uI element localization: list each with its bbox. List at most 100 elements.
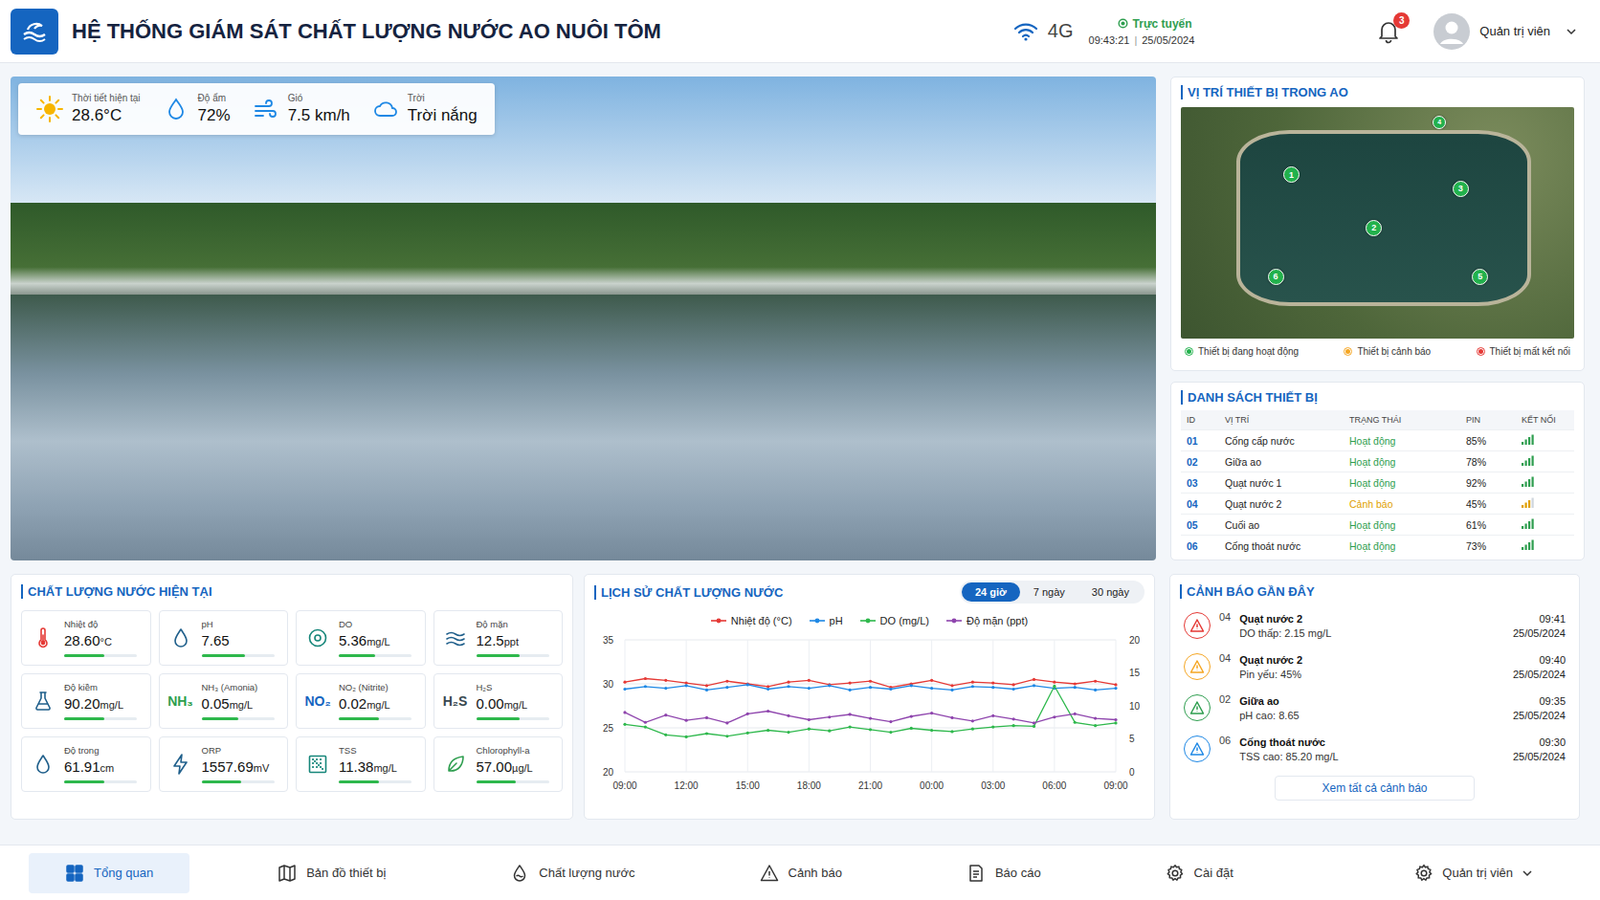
nav-item[interactable]: Tổng quan: [28, 853, 190, 894]
data-point[interactable]: [746, 712, 750, 716]
data-point[interactable]: [1032, 678, 1036, 682]
nav-item[interactable]: Cảnh báo: [723, 853, 879, 894]
data-point[interactable]: [807, 718, 811, 722]
data-point[interactable]: [807, 679, 811, 683]
map-pin[interactable]: 4: [1432, 115, 1446, 130]
data-point[interactable]: [664, 733, 667, 737]
metric-card[interactable]: Nhiệt độ 28.60°C: [21, 610, 152, 667]
data-point[interactable]: [685, 684, 689, 688]
data-point[interactable]: [930, 679, 934, 683]
metric-card[interactable]: TSS 11.38mg/L: [295, 736, 426, 793]
data-point[interactable]: [622, 681, 626, 685]
data-point[interactable]: [766, 685, 770, 689]
metric-card[interactable]: Chlorophyll-a 57.00µg/L: [433, 736, 564, 793]
map-pin[interactable]: 6: [1267, 268, 1285, 286]
alert-item[interactable]: 04 Quạt nước 2 Pin yếu: 45% 09:40 25/05/…: [1179, 647, 1570, 687]
pond-map[interactable]: 132654: [1180, 107, 1575, 339]
data-point[interactable]: [848, 725, 852, 729]
table-row[interactable]: 02 Giữa ao Hoạt động 78%: [1180, 451, 1575, 473]
data-point[interactable]: [827, 684, 831, 688]
data-point[interactable]: [930, 729, 934, 733]
data-point[interactable]: [1093, 724, 1097, 728]
logo-icon[interactable]: [10, 8, 59, 55]
data-point[interactable]: [991, 686, 995, 689]
data-point[interactable]: [786, 685, 790, 689]
metric-card[interactable]: NH₃ NH₃ (Amonia) 0.05mg/L: [158, 673, 289, 730]
nav-item[interactable]: Cài đặt: [1129, 853, 1270, 894]
data-point[interactable]: [848, 688, 852, 692]
data-point[interactable]: [1093, 680, 1097, 684]
data-point[interactable]: [1113, 687, 1117, 690]
metric-card[interactable]: Độ trong 61.91cm: [21, 736, 152, 793]
data-point[interactable]: [950, 730, 954, 734]
data-point[interactable]: [827, 715, 831, 719]
data-point[interactable]: [1052, 715, 1056, 719]
data-point[interactable]: [848, 712, 852, 716]
data-point[interactable]: [1073, 721, 1077, 725]
data-point[interactable]: [950, 716, 954, 720]
view-all-alerts-button[interactable]: Xem tất cả cảnh báo: [1274, 776, 1474, 801]
data-point[interactable]: [888, 688, 892, 691]
metric-card[interactable]: Độ mặn 12.5ppt: [433, 610, 564, 667]
data-point[interactable]: [1073, 682, 1077, 686]
data-point[interactable]: [1012, 717, 1016, 721]
data-point[interactable]: [1012, 724, 1016, 728]
data-point[interactable]: [622, 711, 626, 714]
data-point[interactable]: [991, 725, 995, 729]
nav-item[interactable]: Bản đồ thiết bị: [241, 853, 423, 894]
data-point[interactable]: [827, 683, 831, 687]
data-point[interactable]: [930, 711, 934, 715]
range-tab[interactable]: 7 ngày: [1020, 582, 1079, 602]
table-row[interactable]: 04 Quạt nước 2 Cảnh báo 45%: [1180, 493, 1575, 515]
data-point[interactable]: [1032, 684, 1036, 688]
data-point[interactable]: [1012, 683, 1016, 687]
data-point[interactable]: [868, 717, 872, 721]
data-point[interactable]: [807, 687, 811, 690]
data-point[interactable]: [786, 731, 790, 734]
data-point[interactable]: [1073, 712, 1077, 716]
data-point[interactable]: [950, 684, 954, 688]
data-point[interactable]: [1093, 688, 1097, 692]
data-point[interactable]: [705, 684, 709, 688]
data-point[interactable]: [1113, 721, 1117, 725]
data-point[interactable]: [827, 730, 831, 734]
table-row[interactable]: 05 Cuối ao Hoạt động 61%: [1180, 514, 1575, 536]
metric-card[interactable]: ORP 1557.69mV: [158, 736, 289, 793]
data-point[interactable]: [1093, 717, 1097, 721]
data-point[interactable]: [1032, 721, 1036, 725]
data-point[interactable]: [1052, 681, 1056, 685]
data-point[interactable]: [868, 728, 872, 732]
data-point[interactable]: [910, 684, 913, 688]
data-point[interactable]: [971, 685, 975, 689]
alert-item[interactable]: 04 Quạt nước 2 DO thấp: 2.15 mg/L 09:41 …: [1179, 606, 1570, 645]
notifications-button[interactable]: 3: [1376, 19, 1401, 45]
data-point[interactable]: [664, 713, 667, 717]
data-point[interactable]: [746, 683, 750, 687]
data-point[interactable]: [644, 725, 647, 729]
data-point[interactable]: [1032, 725, 1036, 729]
data-point[interactable]: [622, 723, 626, 727]
data-point[interactable]: [1012, 688, 1016, 691]
table-row[interactable]: 03 Quạt nước 1 Hoạt động 92%: [1180, 472, 1575, 494]
data-point[interactable]: [766, 710, 770, 713]
data-point[interactable]: [1052, 685, 1056, 689]
data-point[interactable]: [766, 729, 770, 733]
data-point[interactable]: [685, 681, 689, 685]
table-row[interactable]: 01 Cống cấp nước Hoạt động 85%: [1180, 430, 1575, 452]
data-point[interactable]: [622, 688, 626, 691]
data-point[interactable]: [1113, 683, 1117, 687]
data-point[interactable]: [950, 688, 954, 692]
data-point[interactable]: [766, 688, 770, 691]
data-point[interactable]: [685, 735, 689, 739]
data-point[interactable]: [971, 681, 975, 685]
metric-card[interactable]: DO 5.36mg/L: [295, 610, 426, 667]
data-point[interactable]: [888, 720, 892, 724]
metric-card[interactable]: Độ kiềm 90.20mg/L: [21, 673, 152, 730]
data-point[interactable]: [868, 680, 872, 684]
data-point[interactable]: [991, 714, 995, 718]
metric-card[interactable]: pH 7.65: [158, 610, 289, 667]
data-point[interactable]: [786, 681, 790, 685]
data-point[interactable]: [644, 721, 647, 725]
data-point[interactable]: [848, 681, 852, 685]
data-point[interactable]: [644, 677, 647, 681]
